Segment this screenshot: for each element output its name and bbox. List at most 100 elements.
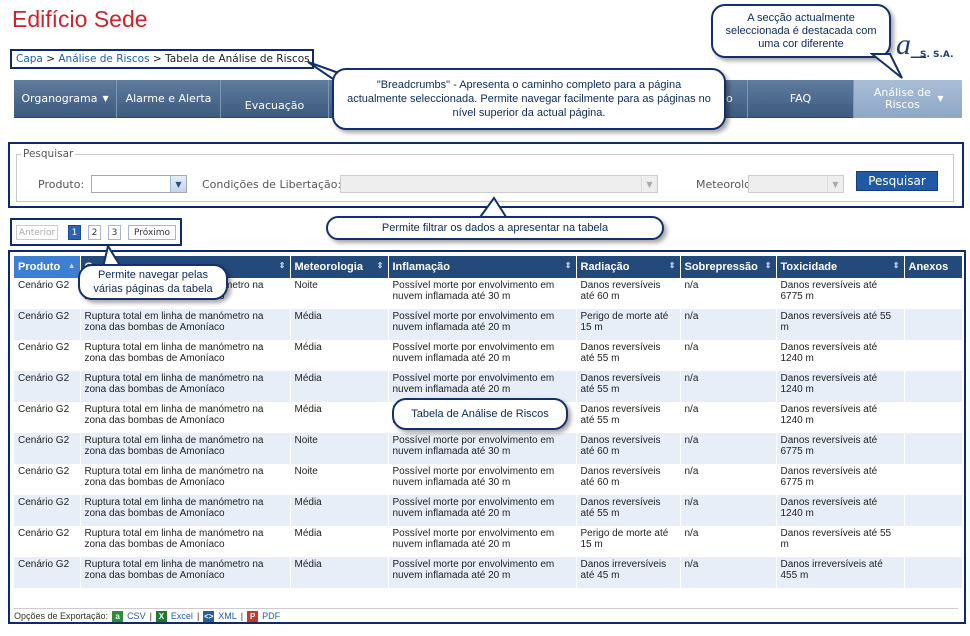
chevron-down-icon: ▼	[102, 94, 109, 103]
cell-toxicidade: Danos reversíveis até 1240 m	[776, 371, 905, 402]
cell-sobrepressao: n/a	[680, 309, 777, 340]
column-header-inflamacao[interactable]: Inflamação ⇕	[388, 256, 577, 278]
page-button-1[interactable]: 1	[68, 225, 81, 240]
cell-meteorologia: Média	[290, 526, 389, 557]
table-row[interactable]: Cenário G2Ruptura total em linha de manó…	[14, 557, 963, 588]
page-button-2[interactable]: 2	[88, 225, 101, 240]
cell-toxicidade: Danos reversíveis até 1240 m	[776, 340, 905, 371]
callout-pager: Permite navegar pelas várias páginas da …	[78, 264, 228, 300]
nav-item-label: Análise de Riscos	[873, 86, 931, 111]
nav-item-alarme-alerta[interactable]: Alarme e Alerta	[117, 80, 221, 118]
cell-toxicidade: Danos reversíveis até 1240 m	[776, 495, 905, 526]
cell-anexos	[904, 433, 963, 464]
cell-meteorologia: Noite	[290, 433, 389, 464]
sort-icon: ⇕	[668, 261, 676, 270]
produto-select[interactable]: ▼	[91, 175, 187, 193]
next-page-button[interactable]: Próximo	[128, 225, 176, 240]
cell-radiacao: Danos reversíveis até 60 m	[576, 433, 681, 464]
cell-radiacao: Danos reversíveis até 55 m	[576, 340, 681, 371]
table-row[interactable]: Cenário G2Ruptura total em linha de manó…	[14, 309, 963, 340]
cell-cenario: Ruptura total em linha de manómetro na z…	[80, 526, 291, 557]
cell-meteorologia: Média	[290, 402, 389, 433]
condicoes-select[interactable]: ▼	[340, 175, 658, 193]
chevron-down-icon: ▼	[170, 176, 186, 192]
cell-radiacao: Danos reversíveis até 55 m	[576, 495, 681, 526]
table-row[interactable]: Cenário G2Ruptura total em linha de manó…	[14, 433, 963, 464]
cell-toxicidade: Danos reversíveis até 1240 m	[776, 402, 905, 433]
nav-item-label: Organograma	[21, 92, 98, 105]
filter-legend: Pesquisar	[23, 148, 74, 160]
meteorologia-select[interactable]: ▼	[748, 175, 844, 193]
cell-meteorologia: Média	[290, 371, 389, 402]
cell-produto: Cenário G2	[14, 526, 81, 557]
column-header-label: Meteorologia	[294, 261, 363, 273]
cell-cenario: Ruptura total em linha de manómetro na z…	[80, 464, 291, 495]
nav-item-analise-riscos[interactable]: Análise de Riscos ▼	[854, 80, 962, 118]
cell-toxicidade: Danos reversíveis até 6775 m	[776, 433, 905, 464]
cell-anexos	[904, 309, 963, 340]
page-button-3[interactable]: 3	[108, 225, 121, 240]
callout-active-section: A secção actualmente seleccionada é dest…	[711, 4, 891, 58]
sort-asc-icon: ▲	[67, 261, 76, 270]
export-xml-link[interactable]: XML	[218, 611, 237, 621]
company-logo-subtitle: S. S.A.	[920, 50, 954, 60]
export-options: Opções de Exportação: a CSV | X Excel | …	[14, 608, 958, 622]
table-row[interactable]: Cenário G2Ruptura total em linha de manó…	[14, 340, 963, 371]
table-row[interactable]: Cenário G2Ruptura total em linha de manó…	[14, 495, 963, 526]
callout-table: Tabela de Análise de Riscos	[392, 398, 568, 430]
cell-sobrepressao: n/a	[680, 278, 777, 309]
export-csv-link[interactable]: CSV	[127, 611, 146, 621]
breadcrumb: Capa > Análise de Riscos > Tabela de Aná…	[10, 49, 314, 69]
cell-meteorologia: Noite	[290, 464, 389, 495]
nav-item-hidden[interactable]: o	[726, 80, 748, 118]
cell-radiacao: Danos reversíveis até 55 m	[576, 371, 681, 402]
callout-text: Tabela de Análise de Riscos	[411, 408, 549, 420]
table-row[interactable]: Cenário G2Ruptura total em linha de manó…	[14, 526, 963, 557]
column-header-anexos: Anexos	[904, 256, 963, 278]
search-button[interactable]: Pesquisar	[856, 171, 938, 191]
cell-inflamacao: Possível morte por envolvimento em nuvem…	[388, 526, 577, 557]
breadcrumb-current: Tabela de Análise de Riscos	[165, 53, 310, 65]
cell-anexos	[904, 464, 963, 495]
cell-sobrepressao: n/a	[680, 557, 777, 588]
previous-page-button[interactable]: Anterior	[16, 225, 58, 240]
chevron-down-icon: ▼	[641, 176, 657, 192]
sort-icon: ⇕	[278, 261, 286, 270]
cell-sobrepressao: n/a	[680, 526, 777, 557]
column-header-label: Sobrepressão	[684, 261, 758, 273]
cell-cenario: Ruptura total em linha de manómetro na z…	[80, 557, 291, 588]
cell-sobrepressao: n/a	[680, 464, 777, 495]
nav-item-label: o	[726, 92, 733, 105]
breadcrumb-separator: >	[152, 53, 162, 65]
sort-icon: ⇕	[764, 261, 772, 270]
cell-meteorologia: Média	[290, 309, 389, 340]
column-header-produto[interactable]: Produto ▲	[14, 256, 81, 278]
breadcrumb-link-capa[interactable]: Capa	[16, 53, 43, 65]
breadcrumb-link-analise-riscos[interactable]: Análise de Riscos	[58, 53, 149, 65]
cell-toxicidade: Danos irreversíveis até 455 m	[776, 557, 905, 588]
cell-cenario: Ruptura total em linha de manómetro na z…	[80, 402, 291, 433]
pdf-icon: P	[247, 610, 259, 622]
nav-item-organograma[interactable]: Organograma ▼	[14, 80, 117, 118]
table-row[interactable]: Cenário G2Ruptura total em linha de manó…	[14, 464, 963, 495]
cell-meteorologia: Média	[290, 557, 389, 588]
produto-label: Produto:	[38, 178, 85, 191]
cell-anexos	[904, 557, 963, 588]
cell-meteorologia: Média	[290, 495, 389, 526]
condicoes-label: Condições de Libertação:	[202, 178, 342, 191]
pagination: Anterior 1 2 3 Próximo	[10, 218, 182, 246]
sort-icon: ⇕	[892, 261, 900, 270]
column-header-toxicidade[interactable]: Toxicidade ⇕	[776, 256, 905, 278]
column-header-radiacao[interactable]: Radiação ⇕	[576, 256, 681, 278]
nav-item-label: Evacuação	[244, 99, 305, 112]
column-header-sobrepressao[interactable]: Sobrepressão ⇕	[680, 256, 777, 278]
cell-inflamacao: Possível morte por envolvimento em nuvem…	[388, 433, 577, 464]
export-separator: |	[196, 611, 200, 621]
cell-produto: Cenário G2	[14, 495, 81, 526]
export-pdf-link[interactable]: PDF	[262, 611, 280, 621]
column-header-meteorologia[interactable]: Meteorologia ⇕	[290, 256, 389, 278]
nav-item-faq[interactable]: FAQ	[748, 80, 854, 118]
cell-radiacao: Danos reversíveis até 60 m	[576, 464, 681, 495]
sort-icon: ⇕	[564, 261, 572, 270]
export-excel-link[interactable]: Excel	[171, 611, 193, 621]
